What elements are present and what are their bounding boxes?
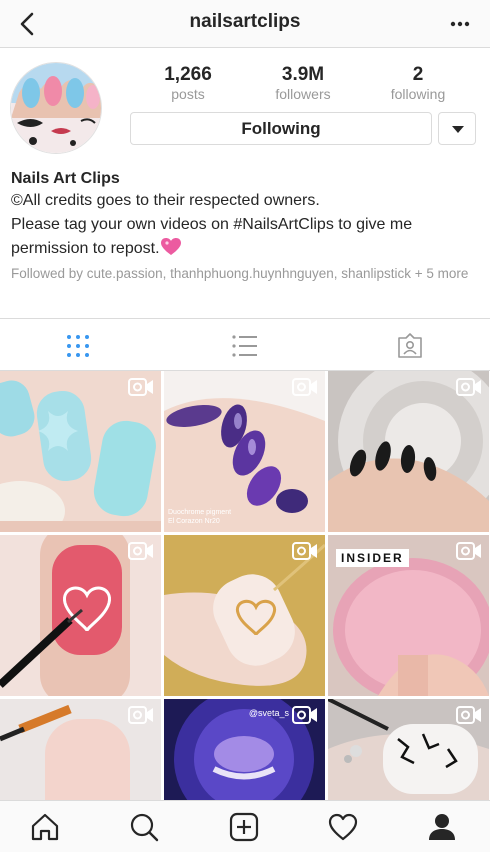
stat-following[interactable]: 2 following	[363, 64, 473, 102]
profile-username: nailsartclips	[189, 11, 301, 32]
posts-label: posts	[171, 86, 205, 102]
video-icon	[292, 706, 317, 724]
posts-grid: Duochrome pigment El Corazon Nr20 INSIDE…	[0, 371, 490, 803]
video-icon	[292, 542, 317, 560]
tagged-icon[interactable]	[397, 333, 423, 359]
search-icon[interactable]	[129, 812, 159, 842]
profile-icon[interactable]	[427, 812, 457, 842]
post-thumbnail[interactable]: INSIDER	[328, 535, 489, 696]
insider-logo: INSIDER	[336, 549, 409, 567]
stat-posts[interactable]: 1,266 posts	[133, 64, 243, 102]
post-thumbnail[interactable]	[0, 535, 161, 696]
bio-line: Please tag your own videos on #NailsArtC…	[11, 216, 413, 233]
followed-by-text[interactable]: Followed by cute.passion, thanhphuong.hu…	[11, 265, 481, 282]
video-icon	[456, 542, 481, 560]
stat-followers[interactable]: 3.9M followers	[248, 64, 358, 102]
video-icon	[292, 378, 317, 396]
bottom-navigation	[0, 800, 490, 852]
post-thumbnail[interactable]: @sveta_s	[164, 699, 325, 803]
following-count: 2	[412, 64, 424, 85]
posts-count: 1,266	[164, 64, 212, 85]
profile-bio: Nails Art Clips ©All credits goes to the…	[11, 169, 481, 282]
add-post-icon[interactable]	[229, 812, 259, 842]
following-button[interactable]: Following	[130, 112, 432, 145]
activity-heart-icon[interactable]	[328, 812, 358, 842]
followers-count: 3.9M	[281, 64, 325, 85]
video-icon	[456, 706, 481, 724]
post-caption-overlay: Duochrome pigment El Corazon Nr20	[168, 508, 231, 526]
more-horizontal-icon[interactable]	[448, 12, 472, 36]
post-thumbnail[interactable]	[0, 699, 161, 803]
home-icon[interactable]	[30, 812, 60, 842]
profile-stats: 1,266 posts 3.9M followers 2 following	[128, 64, 478, 104]
list-icon[interactable]	[231, 333, 257, 359]
avatar[interactable]	[10, 62, 102, 154]
video-icon	[128, 706, 153, 724]
followers-label: followers	[275, 86, 331, 102]
video-icon	[128, 378, 153, 396]
suggested-accounts-dropdown[interactable]	[438, 112, 476, 145]
caret-down-icon	[452, 126, 464, 133]
following-label: following	[390, 86, 446, 102]
bio-line-text: permission to repost.	[11, 240, 160, 257]
video-icon	[456, 378, 481, 396]
post-thumbnail[interactable]	[328, 371, 489, 532]
profile-tabs	[0, 318, 490, 371]
video-icon	[128, 542, 153, 560]
post-thumbnail[interactable]	[328, 699, 489, 803]
grid-icon[interactable]	[65, 333, 91, 359]
sparkling-heart-icon	[160, 238, 181, 255]
post-thumbnail[interactable]	[164, 535, 325, 696]
watermark-handle: @sveta_s	[248, 708, 289, 718]
post-thumbnail[interactable]	[0, 371, 161, 532]
profile-name: Nails Art Clips	[11, 170, 120, 187]
caption-line: Duochrome pigment	[168, 509, 232, 516]
post-thumbnail[interactable]: Duochrome pigment El Corazon Nr20	[164, 371, 325, 532]
caption-line: El Corazon Nr20	[168, 518, 220, 525]
top-bar: nailsartclips	[0, 0, 490, 48]
bio-line-last: permission to repost.	[11, 237, 481, 261]
bio-line: ©All credits goes to their respected own…	[11, 192, 320, 209]
